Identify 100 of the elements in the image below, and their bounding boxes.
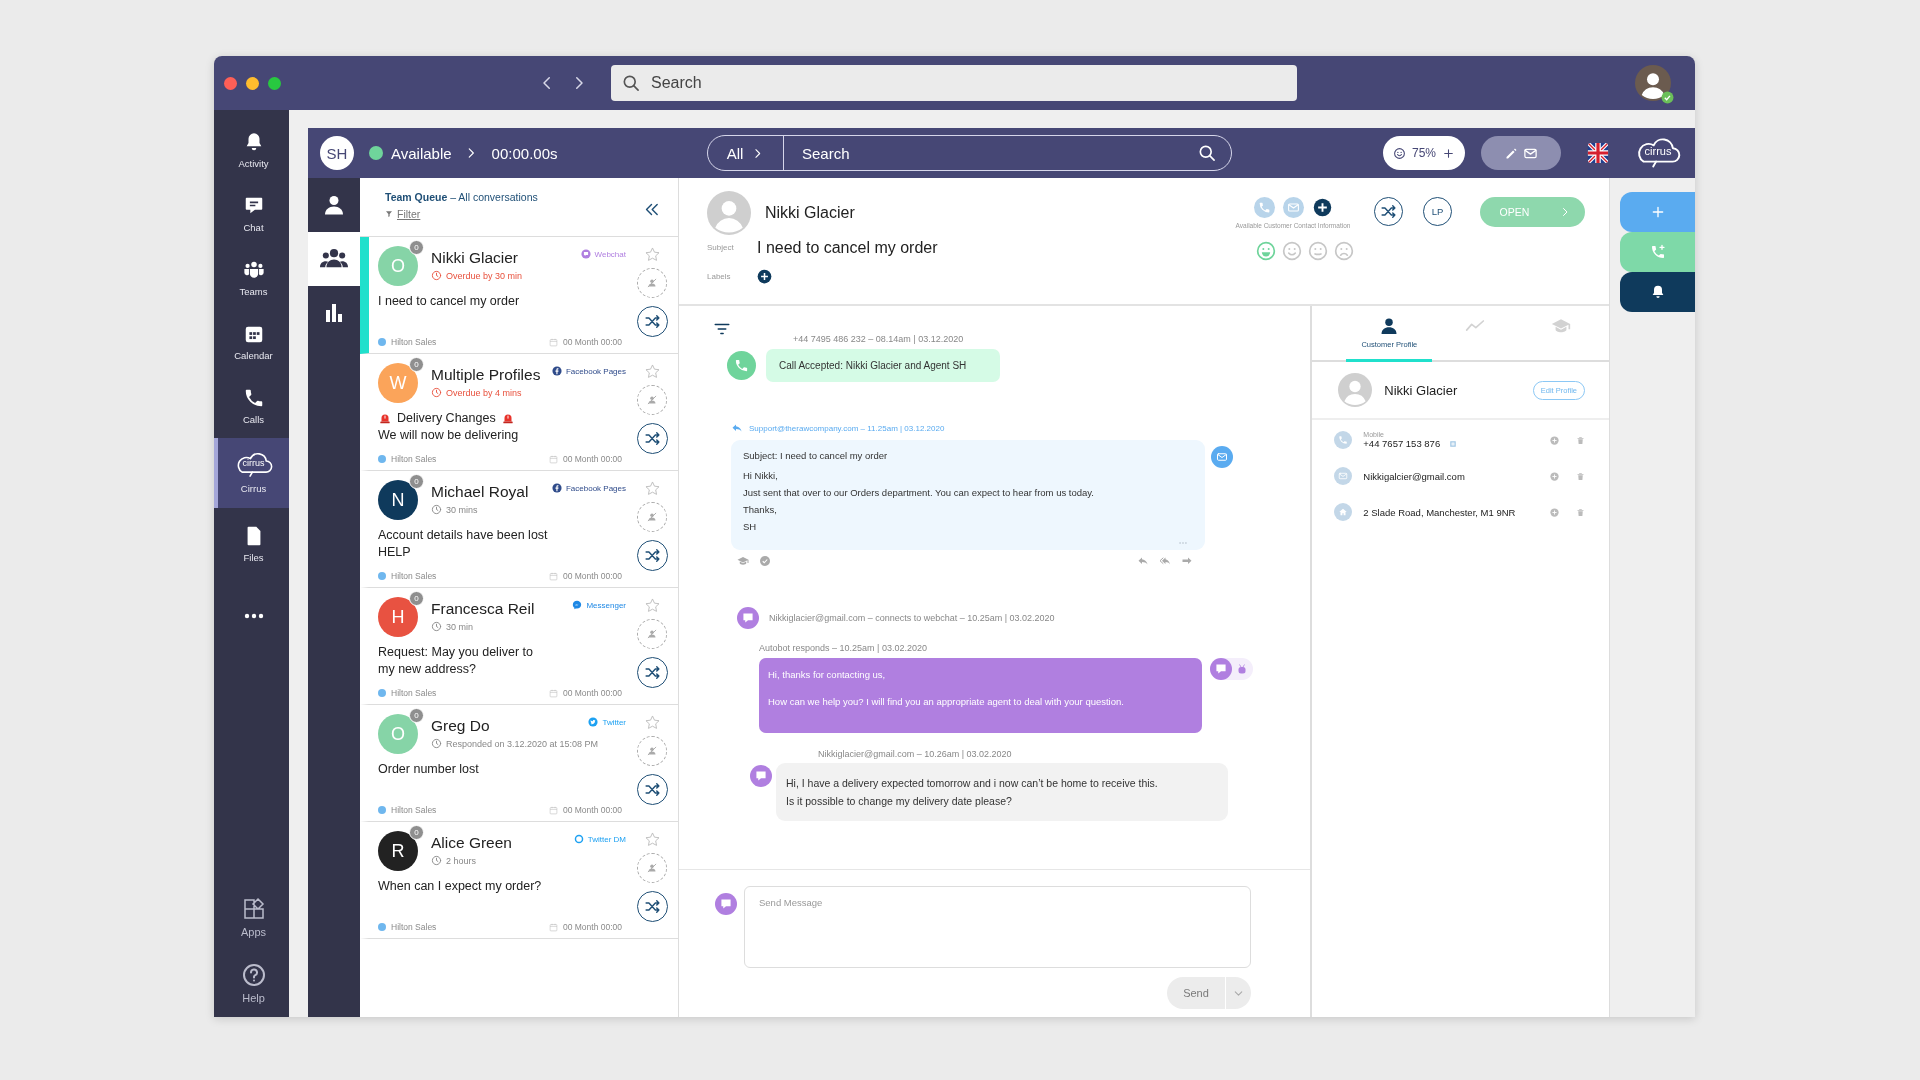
reply-icon[interactable] (1137, 555, 1149, 567)
team-name: Hilton Sales (391, 337, 437, 347)
graduation-cap-icon[interactable] (737, 555, 749, 567)
shuffle-icon (643, 547, 661, 564)
sidebar-item[interactable]: Chat (214, 182, 289, 246)
message-text: Call Accepted: Nikki Glacier and Agent SH (779, 360, 967, 371)
search-field[interactable]: Search (611, 65, 1297, 101)
sidebar-item[interactable]: Calendar (214, 310, 289, 374)
window-zoom-button[interactable] (268, 76, 281, 90)
forward-icon[interactable] (1181, 555, 1193, 567)
conversation-item[interactable]: O 0 Greg Do Responded on 3.12.2020 at 15:08 PM Twitter Order number lost Hilton Sales 00 Month 00:00 (360, 705, 678, 822)
sidebar-item[interactable]: Files (214, 512, 289, 576)
count-badge: 0 (409, 591, 424, 606)
team-name: Hilton Sales (391, 571, 437, 581)
smiley-icon (1392, 146, 1406, 160)
star-icon[interactable] (643, 831, 661, 848)
star-icon[interactable] (643, 363, 661, 380)
conversation-item[interactable]: W 0 Multiple Profiles Overdue by 4 mins Facebook Pages Delivery Changes We will now be delivering Hilton Sales 00 Month 00:00 (360, 354, 678, 471)
conversation-item[interactable]: N 0 Michael Royal 30 mins Facebook Pages Account details have been lost HELP Hilton Sales 00 Month 00:00 (360, 471, 678, 588)
crossed-person-icon (645, 276, 659, 290)
crossed-person-icon (645, 393, 659, 407)
sidebar-item[interactable]: cirrus Cirrus (214, 438, 289, 508)
add-label-button[interactable] (757, 269, 772, 284)
sidebar-label: Apps (240, 925, 267, 938)
add-icon[interactable] (1550, 507, 1559, 517)
more-icon (242, 612, 265, 620)
trash-icon[interactable] (1576, 435, 1585, 445)
contact-name: Michael Royal (431, 483, 530, 501)
search-input[interactable]: Search (649, 73, 1287, 93)
new-button[interactable] (1620, 192, 1695, 232)
reply-icon (731, 422, 743, 434)
window-minimize-button[interactable] (246, 76, 259, 90)
sad-face-icon[interactable] (1334, 241, 1354, 261)
satisfaction-button[interactable]: 75% (1382, 136, 1465, 170)
conversation-date: 00 Month 00:00 (562, 454, 622, 464)
grin-face-icon[interactable] (1256, 241, 1276, 261)
shuffle-icon (643, 430, 661, 447)
trash-icon[interactable] (1576, 507, 1585, 517)
calendar-icon (548, 922, 558, 932)
sidebar-item[interactable]: Teams (214, 246, 289, 310)
check-icon[interactable] (759, 555, 771, 567)
conversation-item[interactable]: H 0 Francesca Reil 30 min Messenger Request: May you deliver to my new address? Hilton Sales 00 Month 00:00 (360, 588, 678, 705)
star-icon[interactable] (643, 714, 661, 731)
alert-button[interactable] (1620, 272, 1695, 312)
smile-face-icon[interactable] (1282, 241, 1302, 261)
add-icon[interactable] (1550, 435, 1559, 445)
user-avatar[interactable] (1635, 65, 1671, 101)
email-button[interactable] (1282, 197, 1304, 218)
team-name: Hilton Sales (391, 454, 437, 464)
conversation-date: 00 Month 00:00 (562, 337, 622, 347)
status-label[interactable]: Available (391, 144, 452, 162)
agent-avatar[interactable]: SH (320, 136, 354, 170)
phone-icon (1257, 201, 1271, 214)
add-contact-button[interactable] (1311, 197, 1333, 218)
search-icon[interactable] (1197, 143, 1217, 163)
queue-title: Team Queue – All conversations (385, 191, 539, 203)
star-icon[interactable] (643, 480, 661, 497)
plus-icon (1442, 146, 1455, 160)
message-preview: HELP (378, 545, 411, 559)
sidebar-label: Files (243, 552, 264, 563)
message-preview: my new address? (378, 662, 476, 676)
channel-label: Twitter DM (587, 834, 626, 844)
window-close-button[interactable] (224, 76, 237, 90)
star-icon[interactable] (643, 597, 661, 614)
team-name: Hilton Sales (391, 922, 437, 932)
phone-plus-icon (1649, 244, 1666, 260)
trash-icon[interactable] (1576, 471, 1585, 481)
shuffle-icon (643, 781, 661, 798)
sidebar-item[interactable]: Apps (214, 885, 289, 949)
home-icon (1334, 503, 1353, 521)
wait-time: 30 mins (446, 504, 478, 515)
message-text: SH (743, 521, 758, 532)
view-tab[interactable] (308, 232, 360, 286)
search-input[interactable]: Search (784, 143, 1197, 163)
reply-all-icon[interactable] (1159, 555, 1171, 567)
smile-face-icon[interactable] (1308, 241, 1328, 261)
sidebar-item[interactable]: Calls (214, 374, 289, 438)
conversation-item[interactable]: R 0 Alice Green 2 hours Twitter DM When can I expect my order? Hilton Sales 00 Month 00:00 (360, 822, 678, 939)
scope-dropdown[interactable]: All (708, 136, 784, 170)
filter-link[interactable]: Filter (385, 208, 421, 220)
message-text: Subject: I need to cancel my order (743, 450, 889, 461)
sidebar-item[interactable]: Activity (214, 118, 289, 182)
add-icon[interactable] (1550, 471, 1559, 481)
transfer-button[interactable] (1374, 197, 1403, 226)
message-preview: Order number lost (378, 762, 479, 776)
flag-icon[interactable] (1587, 142, 1609, 164)
email-icon (1211, 446, 1233, 468)
apps-icon (241, 896, 266, 921)
add-note-icon[interactable] (1449, 439, 1458, 448)
conversation-date: 00 Month 00:00 (562, 922, 622, 932)
contact-value: +44 7657 153 876 (1363, 438, 1441, 449)
assign-button[interactable]: LP (1423, 197, 1452, 226)
phone-button[interactable] (1253, 197, 1275, 218)
calendar-icon (548, 688, 558, 698)
collapse-button[interactable] (643, 201, 660, 218)
sidebar-item[interactable]: Help (214, 951, 289, 1015)
star-icon[interactable] (643, 246, 661, 263)
wait-time: Overdue by 4 mins (446, 387, 522, 398)
phone-icon (1334, 431, 1353, 449)
compose-button[interactable] (1481, 136, 1561, 170)
